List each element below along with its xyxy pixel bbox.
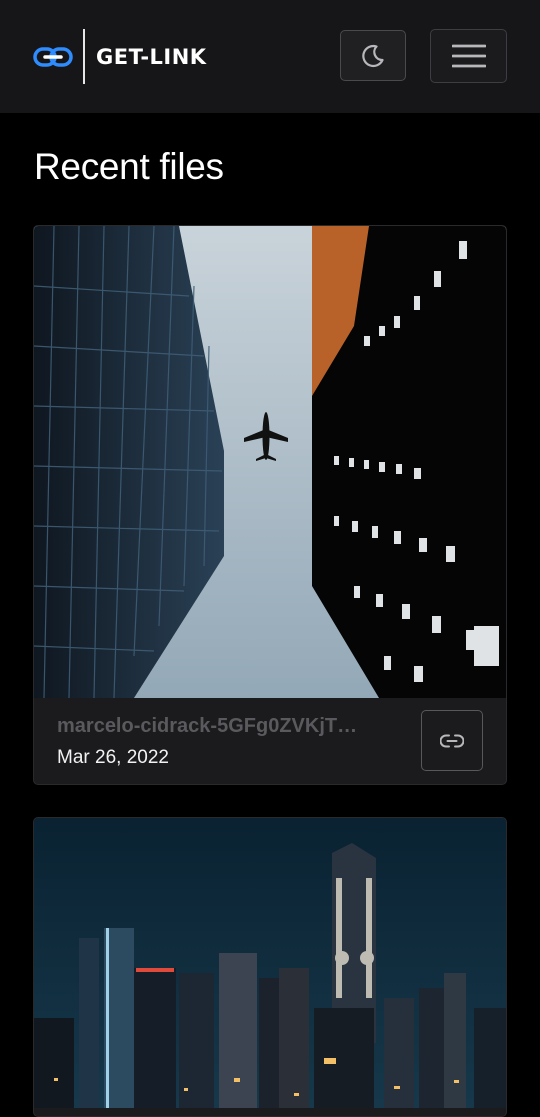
brand-name: GET-LINK [96,44,207,69]
file-name: marcelo-cidrack-5GFg0ZVKjT… [57,715,358,737]
link-icon [440,734,464,747]
brand[interactable]: GET-LINK [33,29,207,84]
copy-link-button[interactable] [421,710,483,771]
brand-divider [83,29,85,84]
file-card [33,817,507,1117]
file-date: Mar 26, 2022 [57,747,169,768]
chain-link-logo-icon [33,46,73,67]
theme-toggle-button[interactable] [340,30,406,81]
hamburger-icon [451,44,486,68]
file-thumbnail[interactable] [34,226,506,698]
navbar: GET-LINK [0,0,540,113]
page-title: Recent files [34,146,224,187]
menu-toggle-button[interactable] [430,29,507,83]
file-thumbnail[interactable] [34,818,506,1108]
moon-icon [362,44,384,67]
file-card: marcelo-cidrack-5GFg0ZVKjT… Mar 26, 2022 [33,225,507,785]
